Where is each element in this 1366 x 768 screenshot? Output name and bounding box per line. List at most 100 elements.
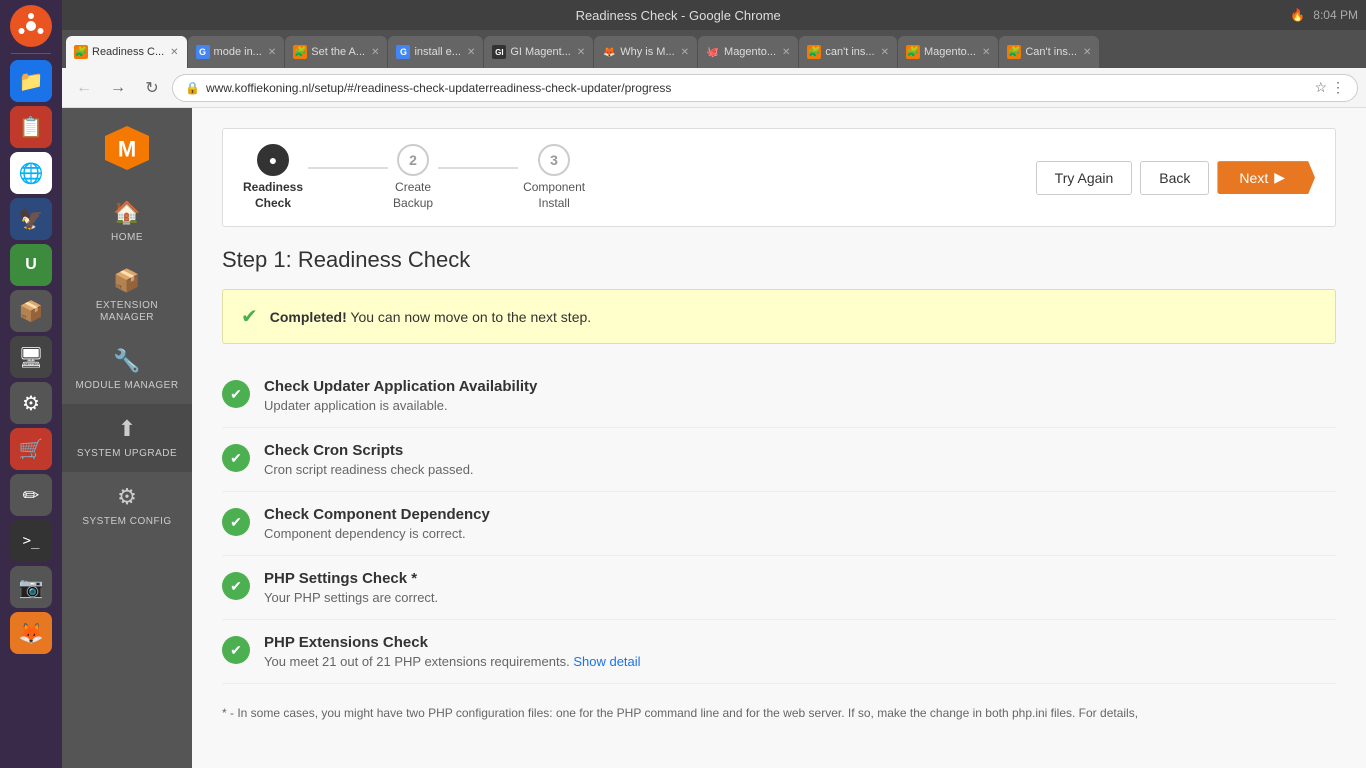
taskbar-separator bbox=[11, 53, 51, 54]
content-area: M 🏠 HOME 📦 EXTENSION MANAGER 🔧 MODULE MA… bbox=[62, 108, 1366, 768]
page-heading: Step 1: Readiness Check bbox=[222, 247, 1336, 273]
taskbar-terminal-icon[interactable]: >_ bbox=[10, 520, 52, 562]
sidebar-item-extension-manager[interactable]: 📦 EXTENSION MANAGER bbox=[62, 256, 192, 336]
svg-text:M: M bbox=[118, 136, 136, 161]
tab-magento2-label: Magento... bbox=[924, 46, 976, 58]
check-php-extensions-info: PHP Extensions Check You meet 21 out of … bbox=[264, 634, 1336, 669]
tab-readiness[interactable]: 🧩 Readiness C... ✕ bbox=[66, 36, 187, 68]
tab-mode[interactable]: G mode in... ✕ bbox=[188, 36, 285, 68]
tab-magento1[interactable]: 🐙 Magento... ✕ bbox=[698, 36, 798, 68]
success-rest: You can now move on to the next step. bbox=[347, 309, 591, 325]
address-bar: ← → ↻ 🔒 www.koffiekoning.nl/setup/#/read… bbox=[62, 68, 1366, 108]
check-dependency-info: Check Component Dependency Component dep… bbox=[264, 506, 1336, 541]
stepper-steps: ● ReadinessCheck 2 CreateBackup 3 Compon… bbox=[243, 144, 1036, 211]
bookmark-icon[interactable]: ☆ bbox=[1314, 79, 1327, 96]
taskbar-upwork-icon[interactable]: U bbox=[10, 244, 52, 286]
step-3: 3 ComponentInstall bbox=[523, 144, 585, 211]
check-item-dependency: ✔ Check Component Dependency Component d… bbox=[222, 492, 1336, 556]
taskbar-camera-icon[interactable]: 📷 bbox=[10, 566, 52, 608]
show-detail-link[interactable]: Show detail bbox=[573, 654, 640, 669]
tab-magento2-close[interactable]: ✕ bbox=[982, 47, 990, 58]
tab-cantins1-label: can't ins... bbox=[825, 46, 874, 58]
sidebar-item-home[interactable]: 🏠 HOME bbox=[62, 188, 192, 256]
stepper: ● ReadinessCheck 2 CreateBackup 3 Compon… bbox=[222, 128, 1336, 227]
tab-cantins2-close[interactable]: ✕ bbox=[1083, 47, 1091, 58]
taskbar-dark1-icon[interactable]: 🖥 bbox=[10, 336, 52, 378]
check-item-cron: ✔ Check Cron Scripts Cron script readine… bbox=[222, 428, 1336, 492]
taskbar-chrome-icon[interactable]: 🌐 bbox=[10, 152, 52, 194]
check-item-php-settings: ✔ PHP Settings Check * Your PHP settings… bbox=[222, 556, 1336, 620]
tab-install-label: install e... bbox=[414, 46, 460, 58]
reload-button[interactable]: ↻ bbox=[138, 74, 166, 102]
home-icon: 🏠 bbox=[113, 200, 140, 226]
extension-manager-icon: 📦 bbox=[113, 268, 140, 294]
url-bar[interactable]: 🔒 www.koffiekoning.nl/setup/#/readiness-… bbox=[172, 74, 1358, 102]
tab-install-favicon: G bbox=[396, 45, 410, 59]
sidebar-module-label: MODULE MANAGER bbox=[75, 380, 178, 392]
back-button[interactable]: ← bbox=[70, 74, 98, 102]
tab-magento1-close[interactable]: ✕ bbox=[782, 47, 790, 58]
tab-cantins1[interactable]: 🧩 can't ins... ✕ bbox=[799, 36, 897, 68]
step-3-label: ComponentInstall bbox=[523, 180, 585, 211]
tab-mode-close[interactable]: ✕ bbox=[268, 47, 276, 58]
tab-readiness-close[interactable]: ✕ bbox=[170, 47, 178, 58]
check-updater-info: Check Updater Application Availability U… bbox=[264, 378, 1336, 413]
next-arrow-icon: ▶ bbox=[1274, 169, 1285, 186]
check-php-settings-title: PHP Settings Check * bbox=[264, 570, 1336, 587]
tab-magento2-favicon: 🧩 bbox=[906, 45, 920, 59]
tab-cantins2[interactable]: 🧩 Can't ins... ✕ bbox=[999, 36, 1099, 68]
check-updater-title: Check Updater Application Availability bbox=[264, 378, 1336, 395]
forward-button[interactable]: → bbox=[104, 74, 132, 102]
tab-cantins1-close[interactable]: ✕ bbox=[881, 47, 889, 58]
tab-magento1-favicon: 🐙 bbox=[706, 45, 720, 59]
success-bold: Completed! bbox=[270, 309, 347, 325]
taskbar-store-icon[interactable]: 🛒 bbox=[10, 428, 52, 470]
success-banner: ✔ Completed! You can now move on to the … bbox=[222, 289, 1336, 344]
tab-why[interactable]: 🦊 Why is M... ✕ bbox=[594, 36, 697, 68]
check-php-settings-icon: ✔ bbox=[222, 572, 250, 600]
check-php-settings-info: PHP Settings Check * Your PHP settings a… bbox=[264, 570, 1336, 605]
step-1: ● ReadinessCheck bbox=[243, 144, 303, 211]
tab-install[interactable]: G install e... ✕ bbox=[388, 36, 483, 68]
sidebar-item-module-manager[interactable]: 🔧 MODULE MANAGER bbox=[62, 336, 192, 404]
back-button-stepper[interactable]: Back bbox=[1140, 161, 1209, 195]
sidebar-item-system-config[interactable]: ⚙ SYSTEM CONFIG bbox=[62, 472, 192, 540]
title-bar: Readiness Check - Google Chrome 🔥 8:04 P… bbox=[62, 0, 1366, 30]
url-icons: ☆ ⋮ bbox=[1314, 79, 1345, 96]
tab-magento1-label: Magento... bbox=[724, 46, 776, 58]
sidebar-config-label: SYSTEM CONFIG bbox=[82, 516, 171, 528]
step-2-circle: 2 bbox=[397, 144, 429, 176]
taskbar-files-icon[interactable]: 📁 bbox=[10, 60, 52, 102]
step-1-circle: ● bbox=[257, 144, 289, 176]
taskbar-thunderbird-icon[interactable]: 🦅 bbox=[10, 198, 52, 240]
taskbar-firefox-icon[interactable]: 🦊 bbox=[10, 612, 52, 654]
taskbar-edit-icon[interactable]: ✏ bbox=[10, 474, 52, 516]
window-title: Readiness Check - Google Chrome bbox=[70, 8, 1286, 23]
tab-set-close[interactable]: ✕ bbox=[371, 47, 379, 58]
next-button[interactable]: Next ▶ bbox=[1217, 161, 1315, 194]
step-connector-1 bbox=[308, 167, 388, 169]
tab-mode-favicon: G bbox=[196, 45, 210, 59]
menu-icon[interactable]: ⋮ bbox=[1331, 79, 1345, 96]
tab-gi[interactable]: GI GI Magent... ✕ bbox=[484, 36, 593, 68]
browser-window: Readiness Check - Google Chrome 🔥 8:04 P… bbox=[62, 0, 1366, 768]
taskbar-box1-icon[interactable]: 📦 bbox=[10, 290, 52, 332]
ubuntu-icon[interactable] bbox=[10, 5, 52, 47]
tab-gi-close[interactable]: ✕ bbox=[577, 47, 585, 58]
step-connector-2 bbox=[438, 167, 518, 169]
tab-magento2[interactable]: 🧩 Magento... ✕ bbox=[898, 36, 998, 68]
magento-logo: M bbox=[97, 118, 157, 178]
tab-install-close[interactable]: ✕ bbox=[467, 47, 475, 58]
tab-set[interactable]: 🧩 Set the A... ✕ bbox=[285, 36, 387, 68]
sidebar-upgrade-label: SYSTEM UPGRADE bbox=[77, 448, 177, 460]
tab-why-close[interactable]: ✕ bbox=[681, 47, 689, 58]
check-dependency-desc: Component dependency is correct. bbox=[264, 526, 1336, 541]
taskbar-gear-icon[interactable]: ⚙ bbox=[10, 382, 52, 424]
tab-set-label: Set the A... bbox=[311, 46, 365, 58]
page-content: ● ReadinessCheck 2 CreateBackup 3 Compon… bbox=[192, 108, 1366, 768]
sidebar-item-system-upgrade[interactable]: ⬆ SYSTEM UPGRADE bbox=[62, 404, 192, 472]
try-again-button[interactable]: Try Again bbox=[1036, 161, 1133, 195]
step-2: 2 CreateBackup bbox=[393, 144, 433, 211]
taskbar-app1-icon[interactable]: 📋 bbox=[10, 106, 52, 148]
check-dependency-icon: ✔ bbox=[222, 508, 250, 536]
